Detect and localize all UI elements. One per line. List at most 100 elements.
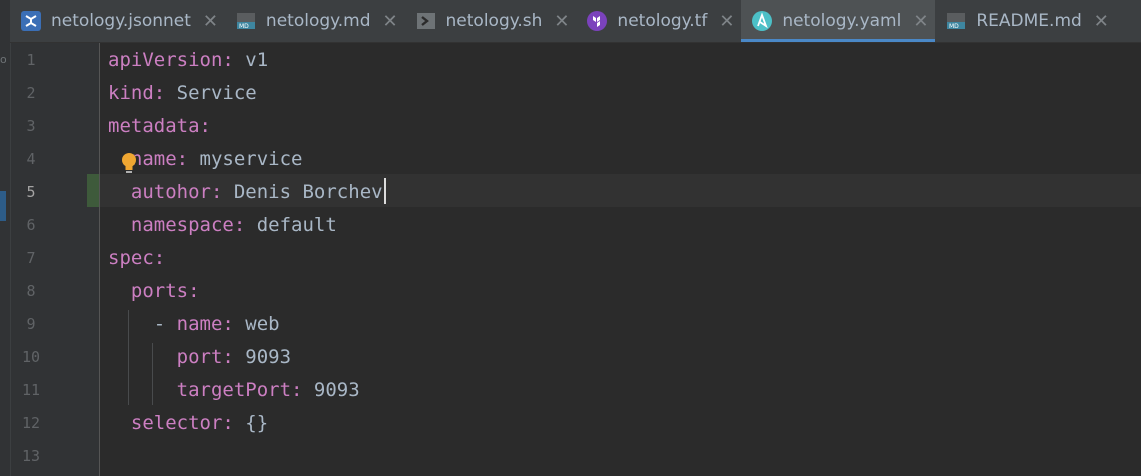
code-line[interactable]: metadata:: [108, 110, 211, 143]
line-number: 7: [26, 249, 36, 267]
yaml-colon: :: [210, 181, 223, 203]
yaml-key: ports: [130, 280, 189, 302]
code-line[interactable]: name: myservice: [108, 143, 303, 176]
code-line[interactable]: namespace: default: [108, 209, 337, 242]
yaml-colon: :: [222, 313, 234, 335]
ansible-yaml-file-icon: [751, 10, 773, 32]
text-cursor: [384, 178, 386, 204]
indent-guide: [128, 310, 129, 405]
yaml-key: spec: [108, 247, 154, 269]
yaml-colon: :: [233, 214, 246, 236]
yaml-key: autohor: [130, 181, 211, 203]
markdown-file-icon: MD: [945, 10, 967, 32]
yaml-colon: :: [188, 280, 200, 302]
yaml-key: kind: [108, 82, 154, 104]
close-icon[interactable]: ✕: [554, 11, 569, 32]
code-line[interactable]: targetPort: 9093: [108, 374, 360, 407]
tab-label: netology.md: [265, 11, 371, 31]
markdown-file-icon: MD: [235, 10, 257, 32]
current-line-gutter-marker: [87, 174, 99, 207]
yaml-key: apiVersion: [108, 49, 223, 71]
yaml-value: Service: [165, 82, 257, 104]
tab-netology-tf[interactable]: netology.tf ✕: [576, 0, 741, 42]
line-number-gutter[interactable]: 1 2 3 4 5 6 7 8 9 10 11 12 13: [11, 43, 100, 476]
yaml-value: 9093: [233, 346, 292, 368]
close-icon[interactable]: ✕: [1094, 11, 1109, 32]
code-editor[interactable]: apiVersion: v1 kind: Service metadata: nam…: [108, 43, 1141, 476]
line-number: 13: [21, 447, 41, 465]
yaml-colon: :: [291, 379, 303, 401]
tab-label: netology.tf: [617, 11, 708, 31]
yaml-value: 9093: [302, 379, 360, 401]
yaml-value: Denis Borchev: [222, 181, 383, 203]
code-line[interactable]: port: 9093: [108, 341, 291, 374]
tab-netology-md[interactable]: MD netology.md ✕: [225, 0, 405, 42]
svg-text:MD: MD: [949, 23, 959, 30]
close-icon[interactable]: ✕: [913, 11, 928, 32]
tab-readme-md[interactable]: MD README.md ✕: [935, 0, 1115, 42]
yaml-colon: :: [153, 247, 166, 269]
yaml-colon: :: [222, 346, 234, 368]
terraform-file-icon: [586, 10, 608, 32]
tab-netology-jsonnet[interactable]: netology.jsonnet ✕: [10, 0, 225, 42]
yaml-colon: :: [153, 82, 166, 104]
line-number: 1: [26, 51, 36, 69]
code-line[interactable]: selector: {}: [108, 407, 268, 440]
line-number: 12: [21, 414, 41, 432]
tab-label: netology.sh: [445, 11, 543, 31]
line-number: 6: [26, 216, 36, 234]
yaml-colon: :: [199, 115, 211, 137]
yaml-key: metadata: [108, 115, 200, 137]
line-number: 5: [26, 183, 36, 201]
code-line[interactable]: ports:: [108, 275, 200, 308]
yaml-colon: :: [222, 412, 234, 434]
tool-strip-selection: [0, 191, 6, 221]
tab-netology-sh[interactable]: netology.sh ✕: [405, 0, 577, 42]
code-line[interactable]: kind: Service: [108, 77, 257, 110]
svg-text:MD: MD: [239, 23, 249, 30]
line-number: 9: [26, 315, 36, 333]
close-icon[interactable]: ✕: [203, 11, 218, 32]
lightbulb-icon[interactable]: [121, 152, 137, 176]
yaml-key: name: [176, 313, 223, 335]
yaml-colon: :: [176, 148, 189, 170]
tab-label: netology.jsonnet: [51, 11, 191, 31]
line-number: 10: [21, 348, 41, 366]
left-tool-strip: o: [0, 0, 11, 476]
yaml-key: selector: [130, 412, 223, 434]
tab-label: netology.yaml: [782, 11, 902, 31]
yaml-colon: :: [222, 49, 234, 71]
tab-label: README.md: [976, 11, 1082, 31]
jsonnet-file-icon: [20, 10, 42, 32]
code-line[interactable]: apiVersion: v1: [108, 44, 268, 77]
close-icon[interactable]: ✕: [383, 11, 398, 32]
yaml-value: web: [233, 313, 280, 335]
yaml-value: default: [245, 214, 337, 236]
code-line[interactable]: spec:: [108, 242, 165, 275]
yaml-key: targetPort: [176, 379, 292, 401]
yaml-key: port: [176, 346, 223, 368]
yaml-key: namespace: [130, 214, 234, 236]
yaml-value: myservice: [188, 148, 303, 170]
indent-guide: [152, 343, 153, 405]
yaml-key: name: [130, 148, 177, 170]
code-line[interactable]: - name: web: [108, 308, 280, 341]
code-indent: -: [108, 313, 177, 335]
yaml-value: {}: [233, 412, 269, 434]
tool-strip-marker: o: [0, 53, 6, 66]
yaml-value: v1: [233, 49, 269, 71]
tab-netology-yaml[interactable]: netology.yaml ✕: [741, 0, 936, 42]
line-number: 2: [26, 84, 36, 102]
code-line[interactable]: autohor: Denis Borchev: [108, 176, 383, 209]
close-icon[interactable]: ✕: [719, 11, 734, 32]
line-number: 3: [26, 117, 36, 135]
shell-script-file-icon: [415, 10, 437, 32]
line-number: 8: [26, 282, 36, 300]
editor-tab-bar: netology.jsonnet ✕ MD netology.md ✕ neto…: [10, 0, 1141, 43]
